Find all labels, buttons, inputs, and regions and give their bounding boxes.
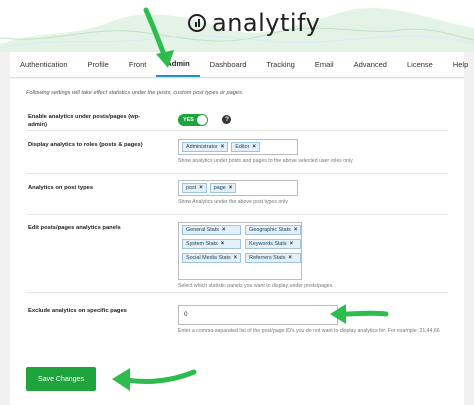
panels-multiselect[interactable]: General Stats × Geographic Stats × System … (178, 222, 302, 280)
roles-control: Administrator × Editor × Show analytics un… (178, 139, 448, 165)
enable-analytics-label: Enable analytics under posts/pages (wp-a… (28, 114, 141, 128)
exclude-control: Enter a comma-separated list of the post… (178, 303, 448, 335)
remove-chip-icon[interactable]: × (221, 241, 225, 247)
post-types-control: post × page × Show Analytics under the abo… (178, 180, 448, 206)
tab-admin[interactable]: Admin (156, 52, 200, 77)
enable-analytics-control: YES ? (178, 111, 232, 129)
settings-tabs: Authentication Profile Front Admin Dashb… (10, 52, 468, 78)
tab-authentication[interactable]: Authentication (10, 52, 78, 77)
analytify-logo-icon (188, 14, 206, 32)
roles-label: Display analytics to roles (posts & page… (28, 142, 143, 148)
setting-row-post-types: Analytics on post types post × page × Show… (26, 175, 448, 215)
remove-chip-icon[interactable]: × (290, 241, 294, 247)
enable-analytics-toggle[interactable]: YES (178, 113, 208, 126)
chip-label: Social Media Stats (186, 255, 231, 261)
exclude-label: Exclude analytics on specific pages (28, 308, 127, 314)
chip-label: Referrers Stats (249, 255, 286, 261)
setting-row-exclude: Exclude analytics on specific pages Ente… (26, 294, 448, 350)
remove-chip-icon[interactable]: × (222, 227, 226, 233)
remove-chip-icon[interactable]: × (294, 227, 298, 233)
toggle-state-label: YES (183, 116, 194, 123)
remove-chip-icon[interactable]: × (234, 255, 238, 261)
chip-label: Administrator (186, 144, 218, 150)
setting-row-enable: Enable analytics under posts/pages (wp-a… (26, 103, 448, 131)
post-types-multiselect[interactable]: post × page × (178, 180, 298, 196)
admin-settings-panel: Following settings will take effect stat… (10, 79, 464, 405)
panel-chip: Keywords Stats × (245, 239, 302, 249)
post-types-label: Analytics on post types (28, 185, 94, 191)
tab-tracking[interactable]: Tracking (256, 52, 304, 77)
chip-label: System Stats (186, 241, 218, 247)
chip-label: page (213, 185, 226, 191)
exclude-description: Enter a comma-separated list of the post… (178, 327, 440, 334)
remove-chip-icon[interactable]: × (229, 185, 233, 191)
tab-dashboard[interactable]: Dashboard (200, 52, 257, 77)
roles-description: Show analytics under posts and pages to … (178, 158, 354, 164)
panel-chip: Social Media Stats × (182, 253, 242, 263)
brand-name: analytify (212, 9, 321, 37)
chip-label: post (186, 185, 197, 191)
remove-chip-icon[interactable]: × (252, 144, 256, 150)
panel-chip: General Stats × (182, 225, 242, 235)
save-changes-button[interactable]: Save Changes (26, 367, 96, 391)
remove-chip-icon[interactable]: × (221, 144, 225, 150)
post-type-chip: post × (182, 183, 207, 193)
post-types-description: Show Analytics under the above post type… (178, 199, 288, 205)
help-icon[interactable]: ? (222, 115, 232, 125)
chip-label: Keywords Stats (249, 241, 287, 247)
brand-logo: analytify (188, 9, 321, 37)
tab-profile[interactable]: Profile (78, 52, 119, 77)
panels-label: Edit posts/pages analytics panels (28, 225, 121, 231)
tab-email[interactable]: Email (305, 52, 344, 77)
role-chip: Editor × (231, 142, 260, 152)
setting-row-panels: Edit posts/pages analytics panels Genera… (26, 216, 448, 293)
role-chip: Administrator × (182, 142, 229, 152)
roles-multiselect[interactable]: Administrator × Editor × (178, 139, 298, 155)
post-type-chip: page × (209, 183, 237, 193)
tab-advanced[interactable]: Advanced (344, 52, 397, 77)
panels-control: General Stats × Geographic Stats × System … (178, 222, 448, 290)
chip-label: Editor (235, 144, 250, 150)
panel-chip-list: General Stats × Geographic Stats × System … (182, 225, 302, 263)
chip-label: General Stats (186, 227, 219, 233)
remove-chip-icon[interactable]: × (288, 255, 292, 261)
chip-label: Geographic Stats (249, 227, 291, 233)
panels-description: Select which statistic panels you want t… (178, 283, 334, 289)
tab-help[interactable]: Help (443, 52, 474, 77)
panel-chip: Referrers Stats × (245, 253, 302, 263)
tab-license[interactable]: License (397, 52, 443, 77)
panel-chip: System Stats × (182, 239, 242, 249)
header-banner: analytify (0, 0, 474, 52)
exclude-ids-input[interactable] (178, 304, 338, 325)
panel-chip: Geographic Stats × (245, 225, 302, 235)
setting-row-roles: Display analytics to roles (posts & page… (26, 132, 448, 174)
remove-chip-icon[interactable]: × (199, 185, 203, 191)
toggle-knob (197, 114, 207, 125)
settings-intro-text: Following settings will take effect stat… (26, 90, 244, 96)
tab-front[interactable]: Front (119, 52, 157, 77)
